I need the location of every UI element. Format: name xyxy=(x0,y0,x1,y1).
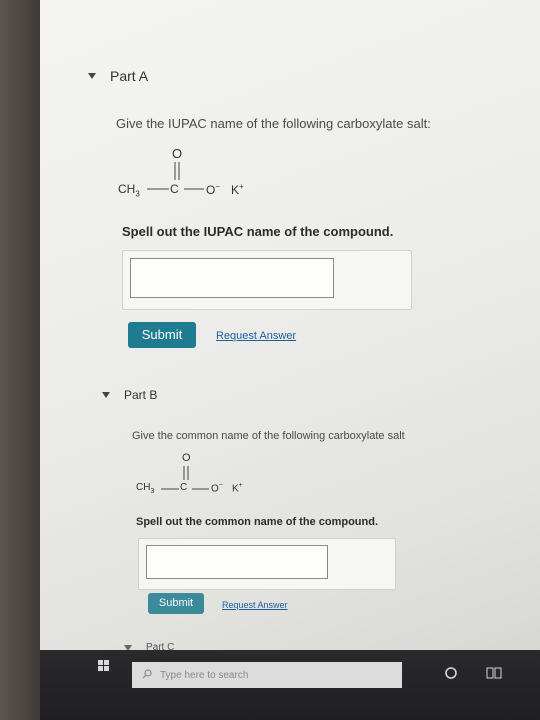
search-icon xyxy=(142,668,152,682)
oxide-ion: O− xyxy=(211,482,223,495)
part-a-title: Part A xyxy=(110,68,149,84)
monitor-bezel xyxy=(0,0,42,720)
bond-lines xyxy=(161,466,209,490)
part-a-answer-input[interactable] xyxy=(130,258,334,298)
browser-page: Part A Give the IUPAC name of the follow… xyxy=(40,0,540,700)
part-a-structure: O CH3 C O− K+ xyxy=(118,146,288,210)
part-a-question: Give the IUPAC name of the following car… xyxy=(116,116,431,131)
collapse-caret-icon[interactable] xyxy=(102,392,110,398)
windows-icon[interactable] xyxy=(98,660,109,671)
cortana-icon[interactable] xyxy=(444,666,458,685)
taskbar-search-box[interactable]: Type here to search xyxy=(132,662,402,688)
part-b-request-answer-link[interactable]: Request Answer xyxy=(222,600,288,610)
potassium-ion: K+ xyxy=(232,482,243,495)
part-b-header[interactable]: Part B xyxy=(102,388,157,402)
carbonyl-carbon: C xyxy=(170,182,179,196)
search-placeholder: Type here to search xyxy=(160,669,249,681)
part-b-submit-button[interactable]: Submit xyxy=(148,593,204,614)
methyl-group: CH3 xyxy=(136,482,155,495)
windows-taskbar: Type here to search xyxy=(40,650,540,720)
bond-lines xyxy=(147,162,204,190)
part-b-structure: O CH3 C O− K+ xyxy=(136,452,286,502)
part-b-answer-input[interactable] xyxy=(146,545,328,579)
part-a-header[interactable]: Part A xyxy=(88,68,148,84)
carbonyl-carbon: C xyxy=(180,482,188,493)
part-b-question: Give the common name of the following ca… xyxy=(132,430,405,442)
part-b-title: Part B xyxy=(124,388,158,402)
part-a-instruction: Spell out the IUPAC name of the compound… xyxy=(122,224,394,239)
potassium-ion: K+ xyxy=(231,182,244,197)
oxide-ion: O− xyxy=(206,182,221,197)
part-a-submit-button[interactable]: Submit xyxy=(128,322,196,348)
collapse-caret-icon[interactable] xyxy=(88,73,96,79)
methyl-group: CH3 xyxy=(118,182,140,199)
task-view-icon[interactable] xyxy=(486,666,502,685)
part-a-request-answer-link[interactable]: Request Answer xyxy=(216,330,296,342)
part-b-instruction: Spell out the common name of the compoun… xyxy=(136,516,379,528)
